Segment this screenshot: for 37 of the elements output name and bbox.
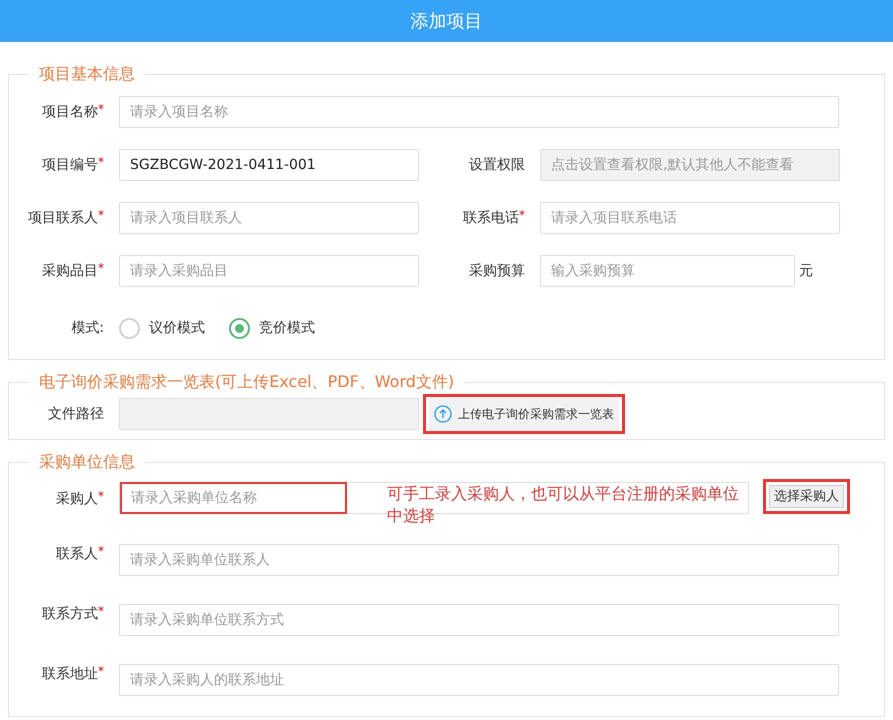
field-label: 联系地址 bbox=[42, 665, 98, 684]
field-label: 采购预算 bbox=[469, 262, 525, 280]
radio-icon bbox=[119, 318, 140, 339]
upload-button[interactable]: 上传电子询价采购需求一览表 bbox=[423, 394, 625, 434]
radio-option[interactable]: 议价模式 bbox=[119, 318, 205, 339]
field-label: 文件路径 bbox=[48, 404, 104, 424]
radio-icon bbox=[229, 318, 250, 339]
field-label: 采购品目 bbox=[42, 262, 98, 280]
field-label: 采购人 bbox=[56, 490, 98, 509]
required-mark: * bbox=[98, 604, 104, 618]
required-mark: * bbox=[98, 208, 104, 222]
radio-option[interactable]: 竞价模式 bbox=[229, 318, 315, 339]
field-label: 联系方式 bbox=[42, 605, 98, 624]
page-title: 添加项目 bbox=[410, 10, 482, 34]
required-mark: * bbox=[98, 664, 104, 678]
select-purchaser-button[interactable]: 选择采购人 bbox=[763, 479, 850, 514]
field-label: 联系电话 bbox=[463, 208, 519, 228]
required-mark: * bbox=[519, 208, 525, 222]
field-label: 项目名称 bbox=[42, 102, 98, 122]
field-label: 模式: bbox=[71, 319, 104, 338]
upload-icon bbox=[434, 405, 452, 423]
field-label: 项目编号 bbox=[42, 156, 98, 174]
section-title: 项目基本信息 bbox=[38, 63, 136, 85]
annotation-note: 可手工录入采购人，也可以从平台注册的采购单位中选择 bbox=[387, 483, 740, 527]
section-title: 采购单位信息 bbox=[38, 451, 136, 473]
field-label: 设置权限 bbox=[469, 156, 525, 174]
field-label: 项目联系人 bbox=[28, 208, 98, 228]
unit-label: 元 bbox=[799, 262, 813, 280]
required-mark: * bbox=[98, 260, 104, 274]
field-label: 联系人 bbox=[56, 545, 98, 564]
input-field[interactable]: 请录入采购单位名称 bbox=[120, 482, 347, 514]
input-field[interactable]: SGZBCGW-2021-0411-001 bbox=[119, 149, 419, 181]
required-mark: * bbox=[98, 489, 104, 503]
section-title: 电子询价采购需求一览表(可上传Excel、PDF、Word文件) bbox=[38, 371, 456, 393]
required-mark: * bbox=[98, 154, 104, 168]
required-mark: * bbox=[98, 544, 104, 558]
required-mark: * bbox=[98, 102, 104, 116]
